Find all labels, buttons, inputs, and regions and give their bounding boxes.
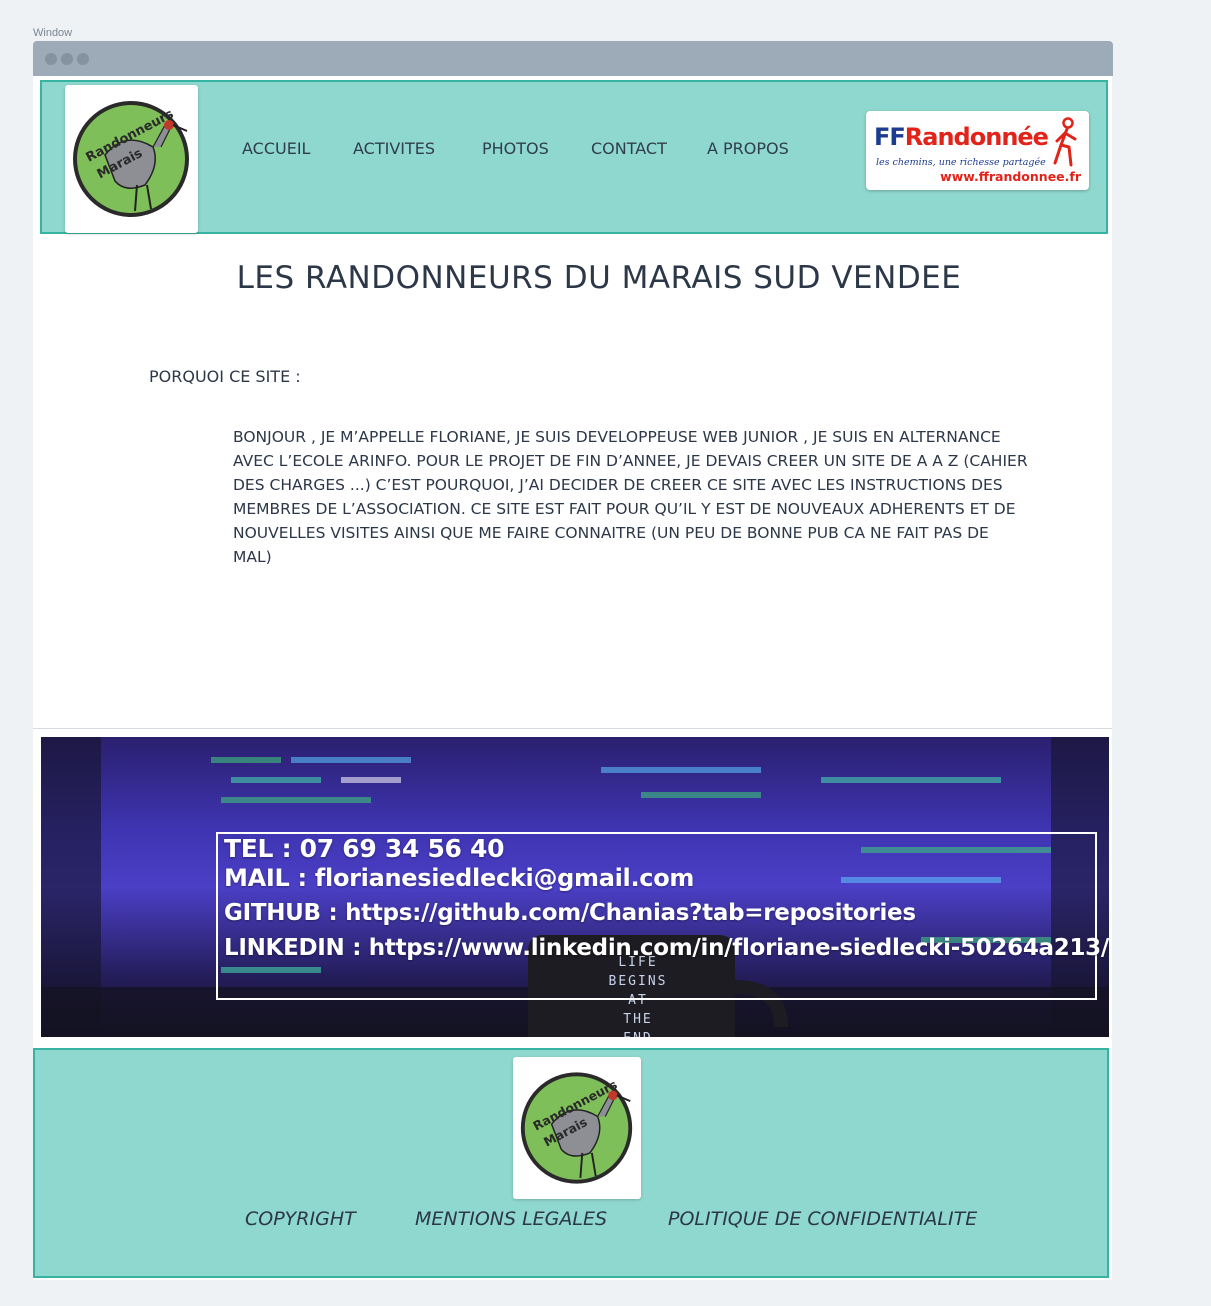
nav-item-a-propos[interactable]: A PROPOS [707, 139, 789, 158]
nav-item-contact[interactable]: CONTACT [591, 139, 667, 158]
intro-line: MEMBRES DE L’ASSOCIATION. CE SITE EST FA… [233, 500, 1016, 518]
mug-line: THE [623, 1012, 653, 1027]
ffr-brand-name: Randonnée [904, 123, 1049, 151]
ffrandonnee-logo[interactable]: FFRandonnée les chemins, une richesse pa… [866, 111, 1089, 190]
footer-link-politique-confidentialite[interactable]: POLITIQUE DE CONFIDENTIALITE [668, 1208, 977, 1230]
footer-club-logo[interactable]: Randonneurs Marais [513, 1057, 641, 1199]
footer-link-mentions-legales[interactable]: MENTIONS LEGALES [415, 1208, 607, 1230]
ffr-brand: FFRandonnée [874, 123, 1049, 151]
footer-link-copyright[interactable]: COPYRIGHT [245, 1208, 356, 1230]
ffr-url: www.ffrandonnee.fr [940, 169, 1081, 184]
intro-line: AVEC L’ECOLE ARINFO. POUR LE PROJET DE F… [233, 452, 1028, 470]
intro-line: DES CHARGES ...) C’EST POURQUOI, J’AI DE… [233, 476, 1003, 494]
contact-github[interactable]: GITHUB : https://github.com/Chanias?tab=… [224, 900, 916, 926]
window-caption: Window [33, 27, 73, 39]
intro-line: MAL) [233, 548, 272, 566]
window-titlebar[interactable] [33, 41, 1113, 76]
intro-line: BONJOUR , JE M’APPELLE FLORIANE, JE SUIS… [233, 428, 1001, 446]
window-dot-icon[interactable] [61, 53, 73, 65]
contact-linkedin[interactable]: LINKEDIN : https://www.linkedin.com/in/f… [224, 935, 1109, 961]
mug-line: END [590, 1029, 686, 1037]
heron-logo-icon: Randonneurs Marais [73, 101, 189, 217]
intro-line: NOUVELLES VISITES AINSI QUE ME FAIRE CON… [233, 524, 989, 542]
contact-banner: LIFE BEGINS AT THE END TEL : 07 69 34 56… [41, 737, 1109, 1037]
window-dot-icon[interactable] [77, 53, 89, 65]
section-divider [33, 728, 1112, 729]
intro-paragraph: BONJOUR , JE M’APPELLE FLORIANE, JE SUIS… [233, 425, 1043, 569]
club-logo[interactable]: Randonneurs Marais [65, 85, 198, 233]
section-heading: PORQUOI CE SITE : [149, 367, 301, 386]
site-footer: Randonneurs Marais COPYRIGHT MENTIONS LE… [33, 1048, 1109, 1278]
web-page: Randonneurs Marais ACCUEIL ACTIVITES PHO… [33, 76, 1112, 1280]
nav-item-activites[interactable]: ACTIVITES [353, 139, 435, 158]
heron-logo-icon: Randonneurs Marais [520, 1072, 633, 1184]
nav-item-photos[interactable]: PHOTOS [482, 139, 549, 158]
window-dot-icon[interactable] [45, 53, 57, 65]
contact-tel[interactable]: TEL : 07 69 34 56 40 [224, 834, 505, 863]
contact-mail[interactable]: MAIL : florianesiedlecki@gmail.com [224, 864, 694, 892]
ffr-tagline: les chemins, une richesse partagée [876, 157, 1046, 168]
page-title: LES RANDONNEURS DU MARAIS SUD VENDEE [236, 260, 962, 296]
hiker-icon [1053, 117, 1077, 167]
ffr-brand-ff: FF [874, 123, 906, 151]
site-header: Randonneurs Marais ACCUEIL ACTIVITES PHO… [40, 80, 1108, 234]
nav-item-accueil[interactable]: ACCUEIL [242, 139, 310, 158]
